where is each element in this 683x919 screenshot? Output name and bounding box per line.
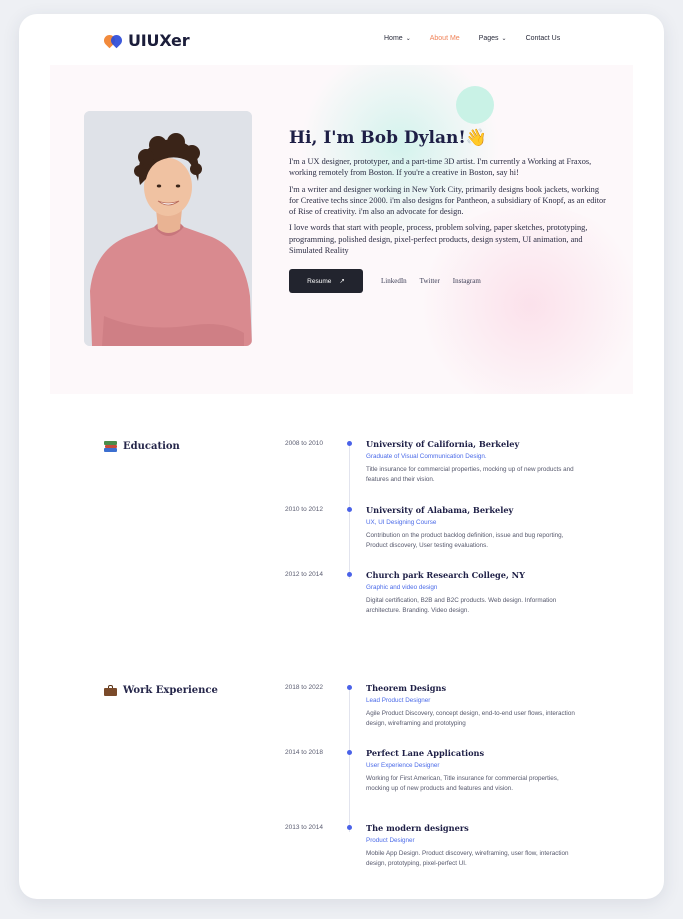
logo-heart-icon	[101, 32, 125, 49]
instagram-link[interactable]: Instagram	[453, 277, 481, 285]
timeline-title: Perfect Lane Applications	[366, 748, 485, 758]
hero-title: Hi, I'm Bob Dylan!👋	[289, 128, 488, 148]
chevron-down-icon: ⌄	[501, 36, 507, 42]
timeline-years: 2012 to 2014	[285, 571, 323, 578]
nav-item-label: About Me	[429, 35, 460, 42]
hero-actions: Resume ↗ LinkedIn Twitter Instagram	[289, 269, 609, 294]
portrait-illustration	[84, 111, 252, 346]
page-card: UIUXer Home ⌄ About Me Pages ⌄ Contact U…	[19, 14, 664, 899]
chevron-down-icon: ⌄	[405, 36, 411, 42]
timeline-years: 2014 to 2018	[285, 749, 323, 756]
timeline-description: Title insurance for commercial propertie…	[366, 466, 574, 483]
hero-section: Hi, I'm Bob Dylan!👋 I'm a UX designer, p…	[50, 65, 633, 394]
nav-item-label: Home	[384, 35, 403, 42]
intro-paragraph: I'm a UX designer, prototyper, and a par…	[289, 157, 592, 178]
resume-button[interactable]: Resume ↗	[289, 269, 363, 294]
linkedin-link[interactable]: LinkedIn	[381, 277, 407, 285]
main-nav: Home ⌄ About Me Pages ⌄ Contact Us	[384, 35, 579, 42]
timeline-subtitle: Product Designer	[366, 837, 415, 844]
timeline-subtitle: Lead Product Designer	[366, 697, 431, 704]
section-title: Education	[123, 441, 180, 452]
nav-item-home[interactable]: Home ⌄	[384, 35, 411, 42]
timeline-subtitle: User Experience Designer	[366, 762, 440, 769]
timeline-line	[349, 687, 350, 832]
timeline-dot	[347, 441, 352, 446]
decorative-circle	[456, 86, 494, 124]
brand-name: UIUXer	[128, 31, 190, 50]
timeline-title: University of Alabama, Berkeley	[366, 505, 514, 515]
timeline-dot	[347, 507, 352, 512]
hero-text: Hi, I'm Bob Dylan!👋 I'm a UX designer, p…	[289, 128, 609, 294]
brand-logo[interactable]: UIUXer	[101, 31, 190, 50]
timeline-years: 2010 to 2012	[285, 506, 323, 513]
briefcase-icon	[104, 685, 117, 696]
education-heading: Education	[104, 441, 180, 452]
intro-paragraph: I'm a writer and designer working in New…	[289, 184, 606, 217]
timeline-description: Contribution on the product backlog defi…	[366, 532, 564, 549]
arrow-up-right-icon: ↗	[339, 278, 345, 286]
nav-item-label: Contact Us	[525, 35, 561, 42]
timeline-title: University of California, Berkeley	[366, 439, 520, 449]
timeline-dot	[347, 572, 352, 577]
timeline-description: Agile Product Discovery, concept design,…	[366, 710, 575, 727]
intro-paragraph: I love words that start with people, pro…	[289, 223, 588, 256]
nav-item-pages[interactable]: Pages ⌄	[479, 35, 507, 42]
timeline-dot	[347, 750, 352, 755]
nav-item-about[interactable]: About Me	[430, 35, 460, 42]
timeline-subtitle: Graduate of Visual Communication Design.	[366, 453, 487, 460]
timeline-years: 2018 to 2022	[285, 684, 323, 691]
timeline-years: 2013 to 2014	[285, 824, 323, 831]
timeline-title: Theorem Designs	[366, 683, 447, 693]
timeline-dot	[347, 825, 352, 830]
timeline-subtitle: UX, UI Designing Course	[366, 519, 437, 526]
timeline-subtitle: Graphic and video design	[366, 584, 438, 591]
work-experience-heading: Work Experience	[104, 685, 218, 696]
timeline-title: The modern designers	[366, 823, 469, 833]
timeline-dot	[347, 685, 352, 690]
books-icon	[104, 441, 117, 452]
timeline-description: Mobile App Design. Product discovery, wi…	[366, 850, 569, 867]
profile-photo	[84, 111, 252, 346]
timeline-years: 2008 to 2010	[285, 440, 323, 447]
nav-item-contact[interactable]: Contact Us	[526, 35, 561, 42]
twitter-link[interactable]: Twitter	[420, 277, 440, 285]
nav-item-label: Pages	[478, 35, 499, 42]
resume-button-label: Resume	[307, 277, 332, 285]
timeline-description: Digital certification, B2B and B2C produ…	[366, 597, 557, 614]
timeline-title: Church park Research College, NY	[366, 570, 526, 580]
waving-hand-icon: 👋	[465, 128, 488, 148]
timeline-description: Working for First American, Title insura…	[366, 775, 559, 792]
section-title: Work Experience	[123, 685, 218, 696]
